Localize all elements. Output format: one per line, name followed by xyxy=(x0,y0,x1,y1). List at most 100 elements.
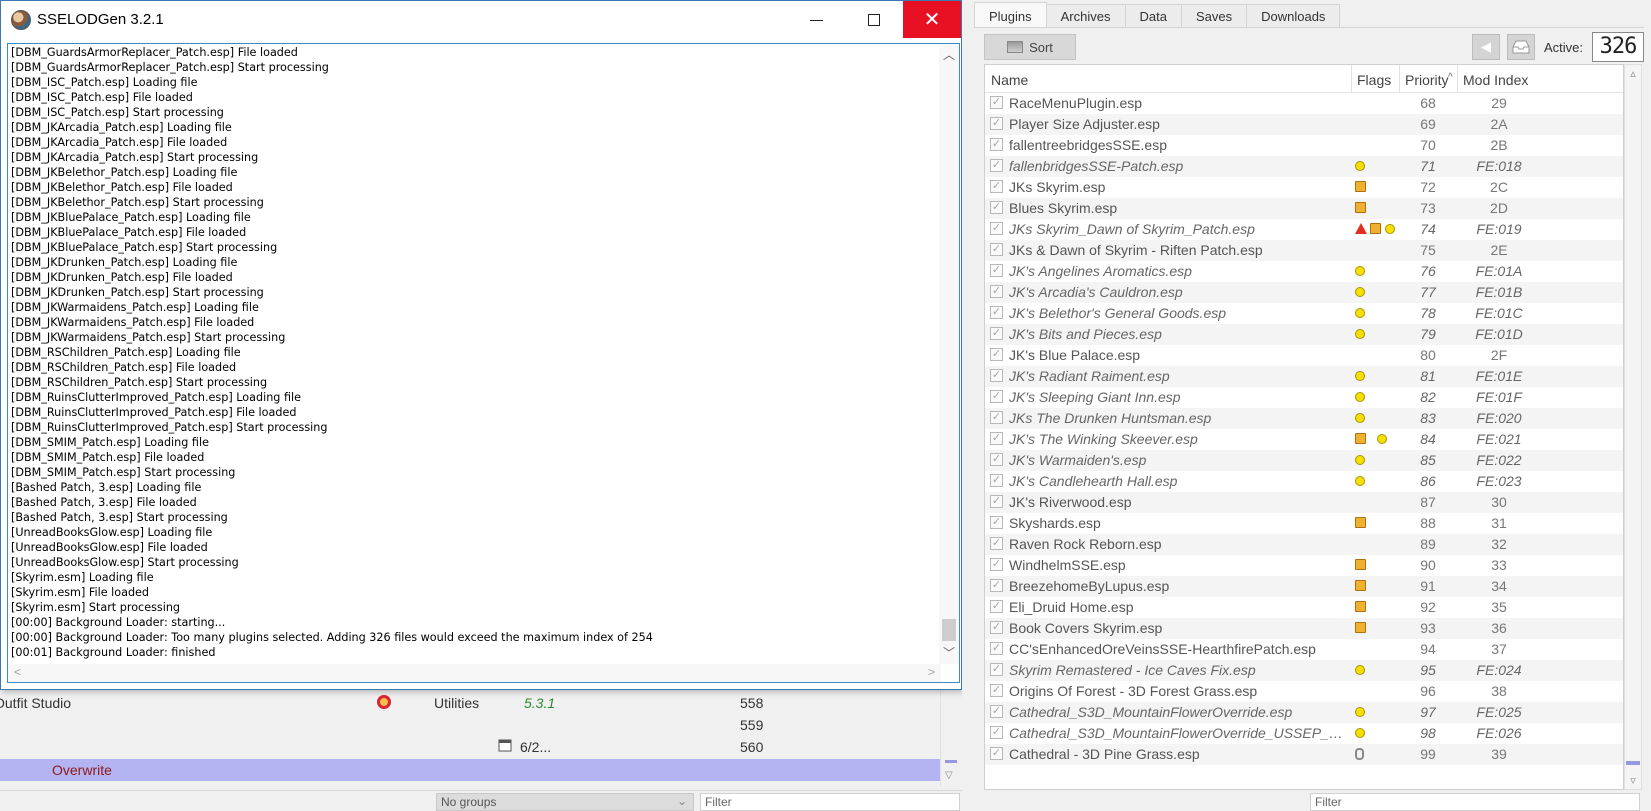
column-header-name[interactable]: Name xyxy=(991,72,1028,88)
plugin-row[interactable]: ✓ Cathedral_S3D_MountainFlowerOverride_US… xyxy=(985,723,1623,744)
log-text[interactable]: [DBM_GuardsArmorReplacer_Patch.esp] File… xyxy=(11,45,936,665)
plugin-enabled-checkbox[interactable]: ✓ xyxy=(990,327,1003,340)
plugin-enabled-checkbox[interactable]: ✓ xyxy=(990,747,1003,760)
plugin-enabled-checkbox[interactable]: ✓ xyxy=(990,96,1003,109)
plugin-row[interactable]: ✓ JK's Angelines Aromatics.esp 76 FE:01A xyxy=(985,261,1623,282)
plugin-row[interactable]: ✓ JK's Blue Palace.esp 80 2F xyxy=(985,345,1623,366)
scrollbar-thumb[interactable] xyxy=(1626,761,1640,765)
mod-row-overwrite[interactable]: Overwrite xyxy=(0,759,940,781)
plugin-enabled-checkbox[interactable]: ✓ xyxy=(990,138,1003,151)
plugin-list-scrollbar[interactable]: ▵ ▿ xyxy=(1624,64,1642,790)
log-output[interactable]: [DBM_GuardsArmorReplacer_Patch.esp] File… xyxy=(7,43,960,683)
plugin-row[interactable]: ✓ JK's Warmaiden's.esp 85 FE:022 xyxy=(985,450,1623,471)
chevron-right-icon[interactable]: > xyxy=(928,665,935,679)
tab-plugins[interactable]: Plugins xyxy=(974,2,1047,28)
close-button[interactable]: ✕ xyxy=(903,1,961,38)
plugin-row[interactable]: ✓ JK's Arcadia's Cauldron.esp 77 FE:01B xyxy=(985,282,1623,303)
mod-row-outfit-studio[interactable]: Outfit Studio Utilities 5.3.1 558 xyxy=(0,692,940,714)
tab-downloads[interactable]: Downloads xyxy=(1246,4,1341,28)
plugin-row[interactable]: ✓ JK's Sleeping Giant Inn.esp 82 FE:01F xyxy=(985,387,1623,408)
tab-archives[interactable]: Archives xyxy=(1045,4,1126,28)
plugin-row[interactable]: ✓ JKs Skyrim.esp 72 2C xyxy=(985,177,1623,198)
plugin-enabled-checkbox[interactable]: ✓ xyxy=(990,432,1003,445)
window-titlebar[interactable]: SSELODGen 3.2.1 ✕ xyxy=(1,1,961,39)
plugin-enabled-checkbox[interactable]: ✓ xyxy=(990,117,1003,130)
plugin-row[interactable]: ✓ Cathedral - 3D Pine Grass.esp 99 39 xyxy=(985,744,1623,765)
plugin-enabled-checkbox[interactable]: ✓ xyxy=(990,222,1003,235)
plugin-row[interactable]: ✓ JKs & Dawn of Skyrim - Riften Patch.esp… xyxy=(985,240,1623,261)
mod-row[interactable]: 6/2... 560 xyxy=(0,736,940,758)
plugin-enabled-checkbox[interactable]: ✓ xyxy=(990,201,1003,214)
plugin-enabled-checkbox[interactable]: ✓ xyxy=(990,495,1003,508)
plugin-enabled-checkbox[interactable]: ✓ xyxy=(990,663,1003,676)
plugin-enabled-checkbox[interactable]: ✓ xyxy=(990,159,1003,172)
plugin-row[interactable]: ✓ Player Size Adjuster.esp 69 2A xyxy=(985,114,1623,135)
plugin-row[interactable]: ✓ BreezehomeByLupus.esp 91 34 xyxy=(985,576,1623,597)
plugin-enabled-checkbox[interactable]: ✓ xyxy=(990,474,1003,487)
plugin-enabled-checkbox[interactable]: ✓ xyxy=(990,621,1003,634)
plugin-list[interactable]: Name Flags ^ Priority Mod Index ✓ RaceMen… xyxy=(984,64,1624,790)
chevron-down-icon[interactable]: ▽ xyxy=(945,770,953,781)
column-separator[interactable] xyxy=(1399,65,1400,93)
create-backup-button[interactable] xyxy=(1507,34,1535,60)
plugin-enabled-checkbox[interactable]: ✓ xyxy=(990,369,1003,382)
plugin-enabled-checkbox[interactable]: ✓ xyxy=(990,642,1003,655)
plugin-row[interactable]: ✓ JKs The Drunken Huntsman.esp 83 FE:020 xyxy=(985,408,1623,429)
plugin-row[interactable]: ✓ Skyshards.esp 88 31 xyxy=(985,513,1623,534)
plugin-row[interactable]: ✓ Book Covers Skyrim.esp 93 36 xyxy=(985,618,1623,639)
chevron-left-icon[interactable]: < xyxy=(14,665,21,679)
scrollbar-thumb[interactable] xyxy=(942,619,956,641)
plugin-enabled-checkbox[interactable]: ✓ xyxy=(990,516,1003,529)
plugin-row[interactable]: ✓ Raven Rock Reborn.esp 89 32 xyxy=(985,534,1623,555)
plugin-enabled-checkbox[interactable]: ✓ xyxy=(990,537,1003,550)
chevron-down-icon[interactable]: ▿ xyxy=(1625,774,1641,787)
column-separator[interactable] xyxy=(1351,65,1352,93)
plugin-row[interactable]: ✓ JK's Riverwood.esp 87 30 xyxy=(985,492,1623,513)
plugin-enabled-checkbox[interactable]: ✓ xyxy=(990,453,1003,466)
plugin-row[interactable]: ✓ CC'sEnhancedOreVeinsSSE-HearthfirePatch… xyxy=(985,639,1623,660)
log-horizontal-scrollbar[interactable]: < > xyxy=(8,664,941,682)
plugin-enabled-checkbox[interactable]: ✓ xyxy=(990,348,1003,361)
plugin-row[interactable]: ✓ JK's The Winking Skeever.esp 84 FE:021 xyxy=(985,429,1623,450)
column-separator[interactable] xyxy=(1457,65,1458,93)
plugin-row[interactable]: ✓ Blues Skyrim.esp 73 2D xyxy=(985,198,1623,219)
plugin-row[interactable]: ✓ JK's Belethor's General Goods.esp 78 FE:0… xyxy=(985,303,1623,324)
chevron-up-icon[interactable]: ▵ xyxy=(1625,67,1641,80)
plugin-enabled-checkbox[interactable]: ✓ xyxy=(990,705,1003,718)
plugin-row[interactable]: ✓ fallentreebridgesSSE.esp 70 2B xyxy=(985,135,1623,156)
tab-data[interactable]: Data xyxy=(1124,4,1182,28)
plugin-row[interactable]: ✓ JK's Radiant Raiment.esp 81 FE:01E xyxy=(985,366,1623,387)
plugin-enabled-checkbox[interactable]: ✓ xyxy=(990,306,1003,319)
restore-backup-button[interactable]: ◀ xyxy=(1472,34,1500,60)
column-header-priority[interactable]: Priority xyxy=(1405,72,1449,88)
plugin-row[interactable]: ✓ JK's Bits and Pieces.esp 79 FE:01D xyxy=(985,324,1623,345)
maximize-button[interactable] xyxy=(845,1,903,38)
plugin-enabled-checkbox[interactable]: ✓ xyxy=(990,264,1003,277)
plugin-enabled-checkbox[interactable]: ✓ xyxy=(990,600,1003,613)
plugin-row[interactable]: ✓ Cathedral_S3D_MountainFlowerOverride.es… xyxy=(985,702,1623,723)
plugin-row[interactable]: ✓ Eli_Druid Home.esp 92 35 xyxy=(985,597,1623,618)
scrollbar-thumb[interactable] xyxy=(945,760,957,763)
log-vertical-scrollbar[interactable]: ︿ ﹀ xyxy=(939,44,959,664)
sort-button[interactable]: Sort xyxy=(984,34,1076,60)
mod-list-filter-input[interactable]: Filter xyxy=(700,793,960,811)
plugin-enabled-checkbox[interactable]: ✓ xyxy=(990,285,1003,298)
groups-dropdown[interactable]: No groups ⌄ xyxy=(436,793,694,811)
plugin-row[interactable]: ✓ fallenbridgesSSE-Patch.esp 71 FE:018 xyxy=(985,156,1623,177)
plugin-row[interactable]: ✓ JK's Candlehearth Hall.esp 86 FE:023 xyxy=(985,471,1623,492)
plugin-enabled-checkbox[interactable]: ✓ xyxy=(990,390,1003,403)
chevron-up-icon[interactable]: ︿ xyxy=(939,46,959,64)
plugin-enabled-checkbox[interactable]: ✓ xyxy=(990,726,1003,739)
plugin-enabled-checkbox[interactable]: ✓ xyxy=(990,243,1003,256)
minimize-button[interactable] xyxy=(787,1,845,38)
plugin-filter-input[interactable]: Filter xyxy=(1310,793,1640,811)
plugin-row[interactable]: ✓ JKs Skyrim_Dawn of Skyrim_Patch.esp 74 FE… xyxy=(985,219,1623,240)
mod-list-scrollbar[interactable]: ▽ xyxy=(940,690,960,786)
mod-row[interactable]: 559 xyxy=(0,714,940,736)
plugin-enabled-checkbox[interactable]: ✓ xyxy=(990,180,1003,193)
column-header-mod-index[interactable]: Mod Index xyxy=(1463,72,1528,88)
column-header-flags[interactable]: Flags xyxy=(1357,72,1391,88)
tab-saves[interactable]: Saves xyxy=(1180,4,1248,28)
plugin-enabled-checkbox[interactable]: ✓ xyxy=(990,579,1003,592)
plugin-enabled-checkbox[interactable]: ✓ xyxy=(990,411,1003,424)
